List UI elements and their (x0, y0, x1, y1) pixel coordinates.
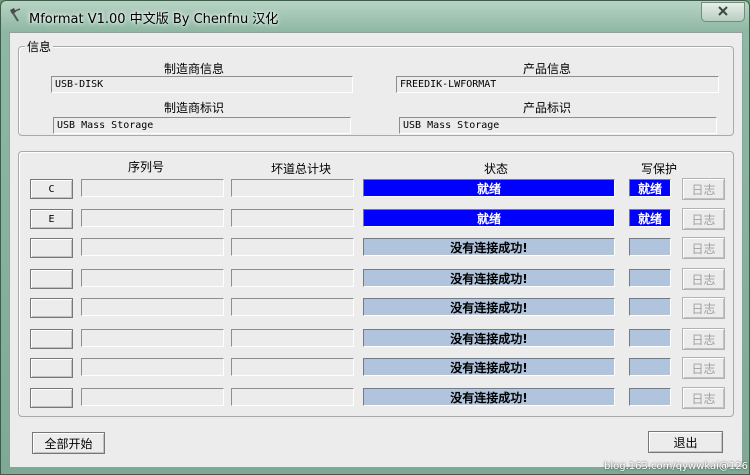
write-protect-cell: 就绪 (629, 179, 671, 197)
serial-field[interactable] (81, 388, 224, 406)
info-group: 信息 制造商信息 USB-DISK 产品信息 FREEDIK-LWFORMAT … (18, 38, 734, 136)
write-protect-cell (629, 358, 671, 376)
drive-button[interactable] (30, 329, 73, 349)
drive-button[interactable] (30, 358, 73, 378)
serial-field[interactable] (81, 358, 224, 376)
bad-blocks-field[interactable] (231, 238, 354, 256)
log-button[interactable]: 日志 (682, 297, 725, 319)
write-protect-cell (629, 388, 671, 406)
title-bar[interactable]: Mformat V1.00 中文版 By Chenfnu 汉化 (1, 1, 749, 33)
write-protect-cell (629, 269, 671, 287)
status-cell: 没有连接成功! (363, 269, 615, 287)
status-cell: 没有连接成功! (363, 298, 615, 316)
exit-button[interactable]: 退出 (648, 431, 723, 453)
serial-header: 序列号 (127, 160, 164, 174)
status-cell: 没有连接成功! (363, 358, 615, 376)
log-button[interactable]: 日志 (682, 178, 725, 200)
product-id-field[interactable]: USB Mass Storage (399, 117, 717, 134)
product-id-label: 产品标识 (522, 101, 571, 115)
start-all-button[interactable]: 全部开始 (32, 432, 105, 454)
status-cell: 就绪 (363, 209, 615, 227)
status-header: 状态 (483, 162, 508, 176)
log-button[interactable]: 日志 (682, 328, 725, 350)
drive-button[interactable] (30, 388, 73, 408)
manufacturer-id-field[interactable]: USB Mass Storage (53, 117, 351, 134)
client-area: 信息 制造商信息 USB-DISK 产品信息 FREEDIK-LWFORMAT … (9, 32, 743, 468)
app-window: Mformat V1.00 中文版 By Chenfnu 汉化 信息 制造商信息… (0, 0, 750, 475)
bad-blocks-field[interactable] (231, 298, 354, 316)
serial-field[interactable] (81, 179, 224, 197)
write-protect-cell (629, 329, 671, 347)
write-protect-cell (629, 298, 671, 316)
watermark: blog.163.com/qywwkai@126 (604, 461, 748, 472)
write-protect-header: 写保护 (640, 162, 677, 176)
manufacturer-id-label: 制造商标识 (163, 101, 224, 115)
drive-button[interactable]: E (30, 209, 73, 229)
drives-group: 序列号 坏道总计块 状态 写保护 C 就绪 就绪 日志 E 就绪 就绪 日志 没有连接成功! 日志… (18, 151, 734, 417)
write-protect-cell (629, 238, 671, 256)
usb-plug-icon (7, 7, 23, 23)
bad-blocks-field[interactable] (231, 209, 354, 227)
bad-blocks-field[interactable] (231, 269, 354, 287)
close-x-icon (717, 5, 729, 19)
manufacturer-info-field[interactable]: USB-DISK (51, 76, 353, 93)
drive-button[interactable]: C (30, 179, 73, 199)
info-group-legend: 信息 (25, 38, 54, 55)
bad-blocks-header: 坏道总计块 (270, 162, 331, 176)
drive-button[interactable] (30, 298, 73, 318)
bad-blocks-field[interactable] (231, 388, 354, 406)
serial-field[interactable] (81, 238, 224, 256)
log-button[interactable]: 日志 (682, 387, 725, 409)
product-info-label: 产品信息 (522, 62, 571, 76)
log-button[interactable]: 日志 (682, 268, 725, 290)
bad-blocks-field[interactable] (231, 179, 354, 197)
status-cell: 没有连接成功! (363, 388, 615, 406)
status-cell: 没有连接成功! (363, 238, 615, 256)
status-cell: 没有连接成功! (363, 329, 615, 347)
log-button[interactable]: 日志 (682, 237, 725, 259)
status-cell: 就绪 (363, 179, 615, 197)
serial-field[interactable] (81, 298, 224, 316)
bad-blocks-field[interactable] (231, 329, 354, 347)
drive-button[interactable] (30, 269, 73, 289)
bad-blocks-field[interactable] (231, 358, 354, 376)
write-protect-cell: 就绪 (629, 209, 671, 227)
product-info-field[interactable]: FREEDIK-LWFORMAT (396, 76, 719, 93)
window-title: Mformat V1.00 中文版 By Chenfnu 汉化 (29, 12, 279, 27)
log-button[interactable]: 日志 (682, 208, 725, 230)
serial-field[interactable] (81, 269, 224, 287)
log-button[interactable]: 日志 (682, 357, 725, 379)
serial-field[interactable] (81, 209, 224, 227)
serial-field[interactable] (81, 329, 224, 347)
close-button[interactable] (701, 2, 745, 22)
drive-button[interactable] (30, 238, 73, 258)
manufacturer-info-label: 制造商信息 (163, 62, 224, 76)
